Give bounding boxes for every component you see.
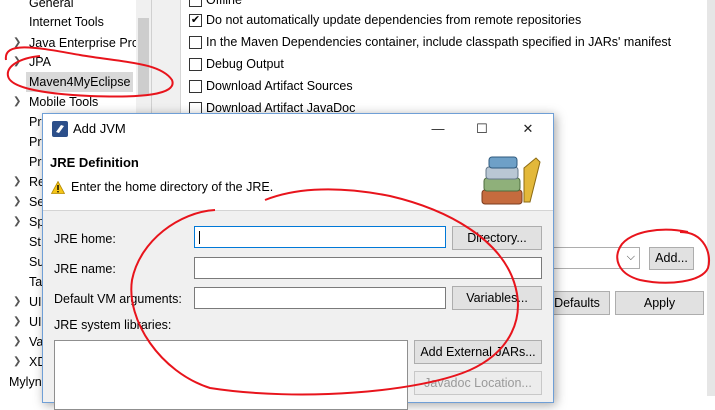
add-button[interactable]: Add... — [649, 247, 694, 270]
chevron-right-icon[interactable]: ❯ — [13, 33, 21, 53]
tree-item-label: Ta — [29, 275, 43, 289]
text-caret — [199, 231, 200, 244]
jre-name-label: JRE name: — [54, 262, 116, 276]
tree-item-label: Internet Tools — [29, 15, 104, 29]
javadoc-location-button[interactable]: Javadoc Location... — [414, 371, 542, 395]
chevron-right-icon[interactable]: ❯ — [13, 212, 21, 232]
dialog-title: Add JVM — [73, 121, 126, 136]
checkbox-checked[interactable]: ✔ — [189, 14, 202, 27]
page-scrollbar[interactable] — [707, 0, 715, 396]
apply-button[interactable]: Apply — [615, 291, 704, 315]
jre-home-input[interactable] — [194, 226, 446, 248]
checkbox-label: In the Maven Dependencies container, inc… — [206, 35, 672, 49]
maximize-button[interactable]: ☐ — [471, 119, 493, 139]
chevron-right-icon[interactable]: ❯ — [13, 52, 21, 72]
chevron-right-icon[interactable]: ❯ — [13, 332, 21, 352]
jre-home-label: JRE home: — [54, 232, 116, 246]
chevron-right-icon[interactable]: ❯ — [13, 92, 21, 112]
tree-footer-label: Mylyn — [9, 375, 42, 389]
tree-item-label: Mobile Tools — [29, 95, 99, 109]
tree-item-label: Pr — [29, 115, 42, 129]
tree-item-label: Java Enterprise Pro — [29, 36, 139, 50]
vm-arguments-input[interactable] — [194, 287, 446, 309]
close-button[interactable]: ✕ — [517, 119, 539, 139]
checkbox[interactable] — [189, 58, 202, 71]
vm-arguments-label: Default VM arguments: — [54, 292, 182, 306]
tree-footer-mylyn[interactable]: Mylyn — [9, 372, 42, 392]
banner-message: Enter the home directory of the JRE. — [71, 180, 274, 194]
checkbox[interactable] — [189, 0, 202, 7]
dialog-titlebar[interactable]: Add JVM — ☐ ✕ — [43, 114, 553, 144]
chevron-right-icon[interactable]: ❯ — [13, 172, 21, 192]
chevron-right-icon[interactable]: ❯ — [13, 292, 21, 312]
dialog-banner: JRE Definition Enter the home directory … — [43, 144, 553, 211]
jre-system-libraries-list[interactable] — [54, 340, 408, 410]
add-external-jars-button[interactable]: Add External JARs... — [414, 340, 542, 364]
chevron-right-icon[interactable]: ❯ — [13, 352, 21, 372]
checkbox-label: Download Artifact Sources — [206, 79, 353, 93]
checkbox-label: Do not automatically update dependencies… — [206, 13, 582, 27]
checkbox-label: Offline — [206, 0, 242, 7]
eclipse-app-icon — [52, 121, 68, 137]
tree-item-label: Pr — [29, 135, 42, 149]
tree-item-label: Maven4MyEclipse — [26, 72, 134, 92]
checkbox[interactable] — [189, 36, 202, 49]
tree-item-label: JPA — [29, 55, 51, 69]
add-jvm-dialog: Add JVM — ☐ ✕ JRE Definition Enter the h… — [42, 113, 554, 410]
banner-title: JRE Definition — [50, 155, 139, 170]
directory-button[interactable]: Directory... — [452, 226, 542, 250]
jre-name-input[interactable] — [194, 257, 542, 279]
tree-scrollbar-thumb[interactable] — [138, 18, 149, 96]
tree-item-label: UI — [29, 295, 42, 309]
variables-button[interactable]: Variables... — [452, 286, 542, 310]
tree-item-label: St — [29, 235, 41, 249]
library-books-icon — [481, 156, 541, 205]
checkbox[interactable] — [189, 80, 202, 93]
tree-item-label: UI — [29, 315, 42, 329]
tree-item-label: Pr — [29, 155, 42, 169]
jre-system-libraries-label: JRE system libraries: — [54, 318, 172, 332]
chevron-down-icon[interactable]: ⌵ — [627, 251, 635, 264]
minimize-button[interactable]: — — [427, 119, 449, 139]
chevron-right-icon[interactable]: ❯ — [13, 192, 21, 212]
checkbox-label: Debug Output — [206, 57, 284, 71]
warning-icon — [51, 181, 65, 194]
chevron-right-icon[interactable]: ❯ — [13, 312, 21, 332]
